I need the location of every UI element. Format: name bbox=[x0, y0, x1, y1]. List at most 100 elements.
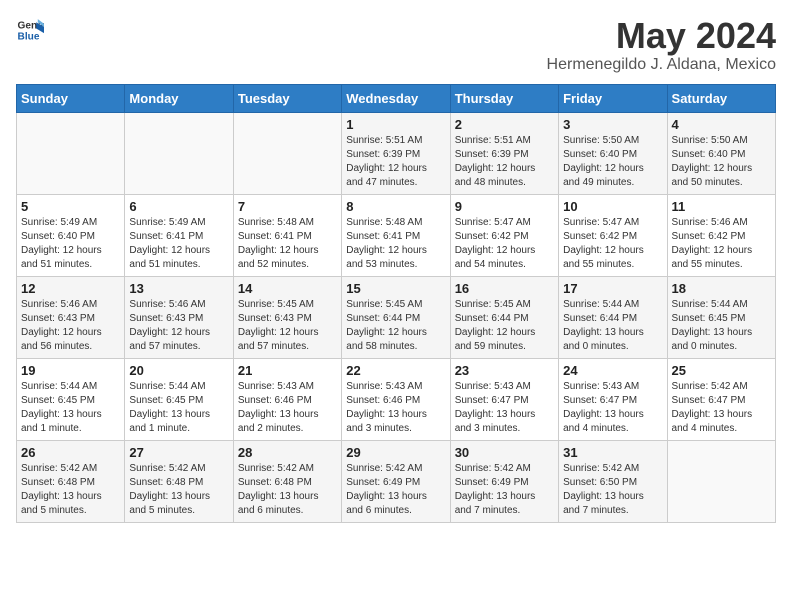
calendar-day-cell: 23 Sunrise: 5:43 AMSunset: 6:47 PMDayligh… bbox=[450, 358, 558, 440]
day-number: 6 bbox=[129, 199, 228, 214]
calendar-day-cell bbox=[233, 112, 341, 194]
calendar-day-cell bbox=[17, 112, 125, 194]
weekday-header-cell: Friday bbox=[559, 84, 667, 112]
weekday-header-cell: Tuesday bbox=[233, 84, 341, 112]
day-info: Sunrise: 5:49 AMSunset: 6:40 PMDaylight:… bbox=[21, 216, 120, 272]
day-info: Sunrise: 5:42 AMSunset: 6:49 PMDaylight:… bbox=[455, 462, 554, 518]
day-number: 7 bbox=[238, 199, 337, 214]
calendar-day-cell: 16 Sunrise: 5:45 AMSunset: 6:44 PMDayligh… bbox=[450, 276, 558, 358]
calendar-day-cell: 26Sunrise: 5:42 AMSunset: 6:48 PMDayligh… bbox=[17, 440, 125, 522]
day-number: 8 bbox=[346, 199, 445, 214]
calendar-day-cell: 22 Sunrise: 5:43 AMSunset: 6:46 PMDayligh… bbox=[342, 358, 450, 440]
logo: General Blue bbox=[16, 16, 44, 44]
calendar-day-cell: 30 Sunrise: 5:42 AMSunset: 6:49 PMDayligh… bbox=[450, 440, 558, 522]
day-number: 21 bbox=[238, 363, 337, 378]
calendar-day-cell: 28Sunrise: 5:42 AMSunset: 6:48 PMDayligh… bbox=[233, 440, 341, 522]
day-number: 3 bbox=[563, 117, 662, 132]
day-number: 16 bbox=[455, 281, 554, 296]
calendar-day-cell: 9Sunrise: 5:47 AMSunset: 6:42 PMDaylight… bbox=[450, 194, 558, 276]
day-info: Sunrise: 5:51 AMSunset: 6:39 PMDaylight:… bbox=[455, 134, 554, 190]
calendar-day-cell bbox=[125, 112, 233, 194]
page-header: General Blue May 2024 Hermenegildo J. Al… bbox=[16, 16, 776, 74]
day-number: 11 bbox=[672, 199, 771, 214]
day-number: 14 bbox=[238, 281, 337, 296]
day-info: Sunrise: 5:44 AMSunset: 6:45 PMDaylight:… bbox=[129, 380, 228, 436]
calendar-day-cell: 11 Sunrise: 5:46 AMSunset: 6:42 PMDayligh… bbox=[667, 194, 775, 276]
calendar-day-cell: 25 Sunrise: 5:42 AMSunset: 6:47 PMDayligh… bbox=[667, 358, 775, 440]
day-info: Sunrise: 5:51 AMSunset: 6:39 PMDaylight:… bbox=[346, 134, 445, 190]
day-number: 18 bbox=[672, 281, 771, 296]
calendar-week-row: 1 Sunrise: 5:51 AMSunset: 6:39 PMDaylight… bbox=[17, 112, 776, 194]
calendar-day-cell: 17 Sunrise: 5:44 AMSunset: 6:44 PMDayligh… bbox=[559, 276, 667, 358]
svg-text:Blue: Blue bbox=[18, 31, 40, 42]
calendar-subtitle: Hermenegildo J. Aldana, Mexico bbox=[547, 56, 776, 74]
weekday-header-cell: Monday bbox=[125, 84, 233, 112]
day-info: Sunrise: 5:42 AMSunset: 6:48 PMDaylight:… bbox=[21, 462, 120, 518]
calendar-day-cell: 13 Sunrise: 5:46 AMSunset: 6:43 PMDayligh… bbox=[125, 276, 233, 358]
weekday-header-cell: Thursday bbox=[450, 84, 558, 112]
day-info: Sunrise: 5:45 AMSunset: 6:43 PMDaylight:… bbox=[238, 298, 337, 354]
day-number: 2 bbox=[455, 117, 554, 132]
day-number: 19 bbox=[21, 363, 120, 378]
weekday-header-row: SundayMondayTuesdayWednesdayThursdayFrid… bbox=[17, 84, 776, 112]
calendar-day-cell: 10 Sunrise: 5:47 AMSunset: 6:42 PMDayligh… bbox=[559, 194, 667, 276]
day-number: 23 bbox=[455, 363, 554, 378]
day-number: 22 bbox=[346, 363, 445, 378]
day-info: Sunrise: 5:45 AMSunset: 6:44 PMDaylight:… bbox=[455, 298, 554, 354]
day-info: Sunrise: 5:47 AMSunset: 6:42 PMDaylight:… bbox=[455, 216, 554, 272]
day-info: Sunrise: 5:43 AMSunset: 6:47 PMDaylight:… bbox=[563, 380, 662, 436]
title-area: May 2024 Hermenegildo J. Aldana, Mexico bbox=[547, 16, 776, 74]
calendar-week-row: 26Sunrise: 5:42 AMSunset: 6:48 PMDayligh… bbox=[17, 440, 776, 522]
day-info: Sunrise: 5:49 AMSunset: 6:41 PMDaylight:… bbox=[129, 216, 228, 272]
calendar-title: May 2024 bbox=[547, 16, 776, 56]
calendar-day-cell bbox=[667, 440, 775, 522]
calendar-day-cell: 19 Sunrise: 5:44 AMSunset: 6:45 PMDayligh… bbox=[17, 358, 125, 440]
day-info: Sunrise: 5:42 AMSunset: 6:48 PMDaylight:… bbox=[129, 462, 228, 518]
day-number: 30 bbox=[455, 445, 554, 460]
calendar-day-cell: 20Sunrise: 5:44 AMSunset: 6:45 PMDayligh… bbox=[125, 358, 233, 440]
day-number: 15 bbox=[346, 281, 445, 296]
calendar-day-cell: 1 Sunrise: 5:51 AMSunset: 6:39 PMDaylight… bbox=[342, 112, 450, 194]
calendar-day-cell: 21Sunrise: 5:43 AMSunset: 6:46 PMDayligh… bbox=[233, 358, 341, 440]
day-number: 1 bbox=[346, 117, 445, 132]
calendar-day-cell: 12 Sunrise: 5:46 AMSunset: 6:43 PMDayligh… bbox=[17, 276, 125, 358]
day-info: Sunrise: 5:50 AMSunset: 6:40 PMDaylight:… bbox=[672, 134, 771, 190]
day-info: Sunrise: 5:46 AMSunset: 6:43 PMDaylight:… bbox=[21, 298, 120, 354]
day-number: 13 bbox=[129, 281, 228, 296]
day-number: 25 bbox=[672, 363, 771, 378]
calendar-day-cell: 27Sunrise: 5:42 AMSunset: 6:48 PMDayligh… bbox=[125, 440, 233, 522]
calendar-day-cell: 4 Sunrise: 5:50 AMSunset: 6:40 PMDaylight… bbox=[667, 112, 775, 194]
day-number: 4 bbox=[672, 117, 771, 132]
day-info: Sunrise: 5:43 AMSunset: 6:47 PMDaylight:… bbox=[455, 380, 554, 436]
day-info: Sunrise: 5:42 AMSunset: 6:47 PMDaylight:… bbox=[672, 380, 771, 436]
weekday-header-cell: Saturday bbox=[667, 84, 775, 112]
day-info: Sunrise: 5:44 AMSunset: 6:44 PMDaylight:… bbox=[563, 298, 662, 354]
day-number: 12 bbox=[21, 281, 120, 296]
calendar-day-cell: 2 Sunrise: 5:51 AMSunset: 6:39 PMDaylight… bbox=[450, 112, 558, 194]
day-info: Sunrise: 5:45 AMSunset: 6:44 PMDaylight:… bbox=[346, 298, 445, 354]
calendar-day-cell: 31Sunrise: 5:42 AMSunset: 6:50 PMDayligh… bbox=[559, 440, 667, 522]
day-info: Sunrise: 5:48 AMSunset: 6:41 PMDaylight:… bbox=[238, 216, 337, 272]
day-info: Sunrise: 5:47 AMSunset: 6:42 PMDaylight:… bbox=[563, 216, 662, 272]
day-number: 31 bbox=[563, 445, 662, 460]
calendar-day-cell: 6 Sunrise: 5:49 AMSunset: 6:41 PMDaylight… bbox=[125, 194, 233, 276]
calendar-day-cell: 14 Sunrise: 5:45 AMSunset: 6:43 PMDayligh… bbox=[233, 276, 341, 358]
day-info: Sunrise: 5:50 AMSunset: 6:40 PMDaylight:… bbox=[563, 134, 662, 190]
day-info: Sunrise: 5:43 AMSunset: 6:46 PMDaylight:… bbox=[346, 380, 445, 436]
day-number: 17 bbox=[563, 281, 662, 296]
day-number: 29 bbox=[346, 445, 445, 460]
day-number: 28 bbox=[238, 445, 337, 460]
calendar-week-row: 19 Sunrise: 5:44 AMSunset: 6:45 PMDayligh… bbox=[17, 358, 776, 440]
weekday-header-cell: Sunday bbox=[17, 84, 125, 112]
day-number: 10 bbox=[563, 199, 662, 214]
calendar-day-cell: 5 Sunrise: 5:49 AMSunset: 6:40 PMDaylight… bbox=[17, 194, 125, 276]
day-info: Sunrise: 5:42 AMSunset: 6:49 PMDaylight:… bbox=[346, 462, 445, 518]
day-number: 5 bbox=[21, 199, 120, 214]
calendar-table: SundayMondayTuesdayWednesdayThursdayFrid… bbox=[16, 84, 776, 523]
day-info: Sunrise: 5:44 AMSunset: 6:45 PMDaylight:… bbox=[21, 380, 120, 436]
calendar-day-cell: 3 Sunrise: 5:50 AMSunset: 6:40 PMDaylight… bbox=[559, 112, 667, 194]
day-info: Sunrise: 5:46 AMSunset: 6:42 PMDaylight:… bbox=[672, 216, 771, 272]
day-info: Sunrise: 5:46 AMSunset: 6:43 PMDaylight:… bbox=[129, 298, 228, 354]
day-info: Sunrise: 5:48 AMSunset: 6:41 PMDaylight:… bbox=[346, 216, 445, 272]
calendar-day-cell: 18Sunrise: 5:44 AMSunset: 6:45 PMDayligh… bbox=[667, 276, 775, 358]
